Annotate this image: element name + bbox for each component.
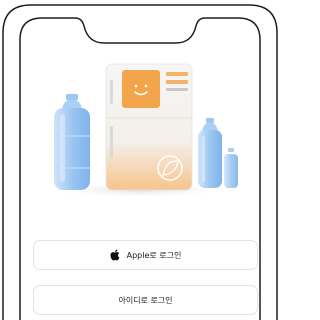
hero-illustration [48, 63, 238, 198]
water-bottle-small [224, 148, 238, 188]
water-bottle-medium [198, 118, 222, 188]
apple-login-label: Apple로 로그인 [126, 250, 182, 260]
water-bottle-large [54, 94, 90, 190]
fridge-illustration [105, 63, 193, 191]
login-screen: Apple로 로그인 아이디로 로그인 [0, 0, 280, 320]
apple-logo-icon [110, 249, 121, 261]
apple-login-button[interactable]: Apple로 로그인 [33, 240, 258, 270]
id-login-label: 아이디로 로그인 [118, 295, 173, 305]
id-login-button[interactable]: 아이디로 로그인 [33, 285, 258, 315]
